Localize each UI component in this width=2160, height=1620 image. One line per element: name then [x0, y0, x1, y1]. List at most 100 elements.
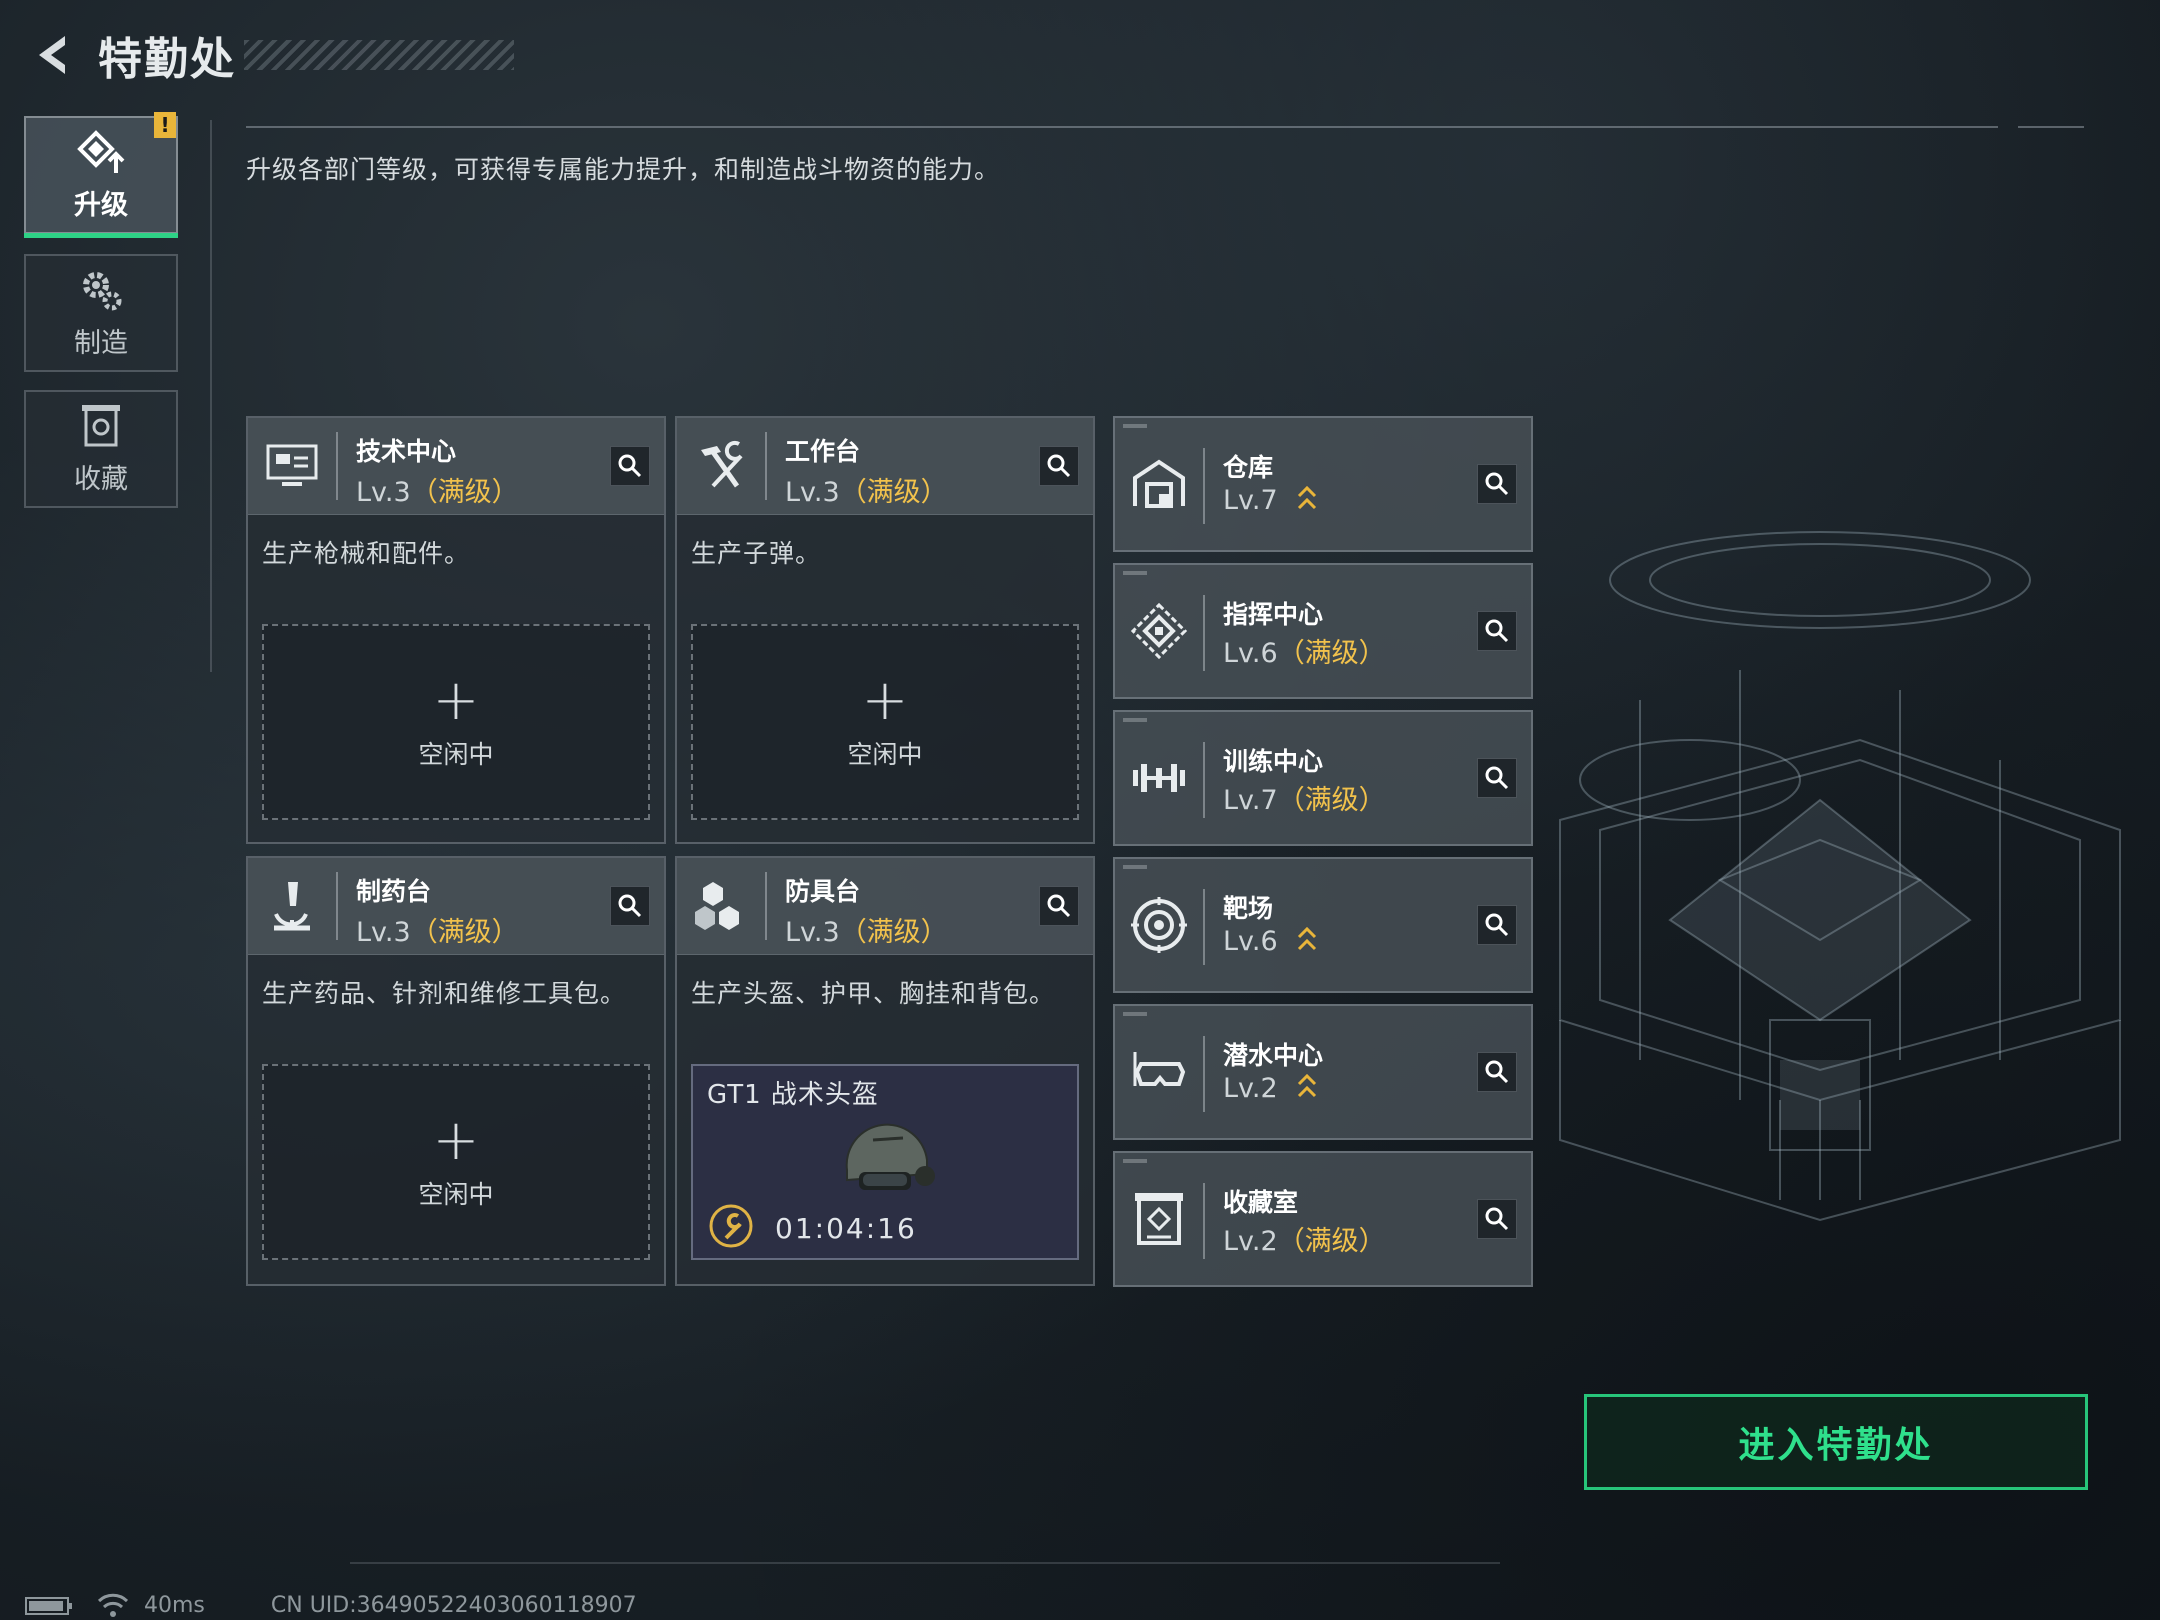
- search-button[interactable]: [610, 446, 650, 486]
- facility-command-center[interactable]: 指挥中心 Lv.6（满级）: [1113, 563, 1533, 699]
- card-title: 防具台: [785, 877, 861, 906]
- nav-label-upgrade: 升级: [74, 189, 128, 221]
- intro-text: 升级各部门等级，可获得专属能力提升，和制造战斗物资的能力。: [246, 155, 1001, 184]
- card-level: Lv.3（满级）: [785, 477, 948, 508]
- card-description: 生产药品、针剂和维修工具包。: [262, 979, 627, 1008]
- maxed-tag: （满级）: [1277, 638, 1386, 669]
- upgrade-icon: [77, 129, 125, 173]
- search-icon: [1485, 619, 1509, 643]
- card-level: Lv.3（满级）: [356, 477, 519, 508]
- upgrade-chevron-icon: [1298, 1073, 1317, 1098]
- corner-tag: [1123, 865, 1147, 869]
- search-icon: [1485, 913, 1509, 937]
- production-slot[interactable]: + 空闲中: [262, 1064, 650, 1260]
- slot-status: 空闲中: [418, 1180, 494, 1209]
- card-armor-bench[interactable]: 防具台 Lv.3（满级） 生产头盔、护甲、胸挂和背包。 GT1 战术头盔 01:…: [675, 856, 1095, 1286]
- card-workbench[interactable]: 工作台 Lv.3（满级） 生产子弹。 + 空闲中: [675, 416, 1095, 844]
- search-icon: [1047, 894, 1071, 918]
- search-button[interactable]: [1039, 446, 1079, 486]
- wifi-icon: [97, 1593, 129, 1617]
- nav-tab-collection[interactable]: 收藏: [24, 390, 178, 508]
- armor-boxes-icon: [695, 882, 739, 930]
- search-button[interactable]: [1477, 1052, 1517, 1092]
- gears-icon: [83, 271, 122, 310]
- collection-room-icon: [1135, 1193, 1183, 1245]
- facility-name: 潜水中心: [1223, 1041, 1324, 1070]
- facility-warehouse[interactable]: 仓库 Lv.7: [1113, 416, 1533, 552]
- search-icon: [618, 894, 642, 918]
- card-description: 生产子弹。: [691, 539, 822, 568]
- warehouse-icon: [1133, 459, 1185, 508]
- collection-icon: [82, 404, 120, 446]
- facility-name: 靶场: [1223, 894, 1274, 923]
- search-button[interactable]: [1477, 464, 1517, 504]
- card-header: 工作台 Lv.3（满级）: [677, 418, 1093, 515]
- maxed-tag: （满级）: [410, 477, 519, 508]
- production-slot[interactable]: + 空闲中: [262, 624, 650, 820]
- nav-tab-upgrade[interactable]: ! 升级: [24, 112, 178, 238]
- plus-icon: +: [861, 668, 909, 733]
- facility-name: 仓库: [1223, 453, 1274, 482]
- title-decoration: [244, 40, 514, 70]
- card-level: Lv.3（满级）: [356, 917, 519, 948]
- back-button[interactable]: [24, 25, 84, 85]
- facility-name: 收藏室: [1223, 1188, 1299, 1217]
- search-button[interactable]: [1039, 886, 1079, 926]
- crafting-item-name: GT1 战术头盔: [707, 1080, 879, 1110]
- facility-name: 训练中心: [1223, 747, 1324, 776]
- card-description: 生产枪械和配件。: [262, 539, 471, 568]
- plus-icon: +: [432, 1108, 480, 1173]
- corner-tag: [1123, 1159, 1147, 1163]
- back-arrow-icon: [39, 36, 65, 74]
- monitor-icon: [266, 444, 318, 486]
- facility-diving-center[interactable]: 潜水中心 Lv.2: [1113, 1004, 1533, 1140]
- facility-shooting-range[interactable]: 靶场 Lv.6: [1113, 857, 1533, 993]
- search-button[interactable]: [1477, 1199, 1517, 1239]
- battery-icon: [25, 1597, 72, 1615]
- maxed-tag: （满级）: [1277, 1226, 1386, 1257]
- facility-name: 指挥中心: [1223, 600, 1324, 629]
- search-icon: [618, 454, 642, 478]
- crafting-timer: 01:04:16: [775, 1212, 917, 1245]
- alert-badge: !: [154, 112, 176, 138]
- search-button[interactable]: [1477, 758, 1517, 798]
- diving-mask-icon: [1133, 1052, 1186, 1086]
- search-button[interactable]: [1477, 905, 1517, 945]
- maxed-tag: （满级）: [410, 917, 519, 948]
- header-separator: [336, 872, 338, 940]
- wrench-timer-icon: [709, 1204, 753, 1248]
- ping-value: 40ms: [144, 1592, 205, 1618]
- nav-tab-craft[interactable]: 制造: [24, 254, 178, 372]
- slot-status: 空闲中: [847, 740, 923, 769]
- card-description: 生产头盔、护甲、胸挂和背包。: [691, 979, 1056, 1008]
- corner-tag: [1123, 571, 1147, 575]
- card-header: 技术中心 Lv.3（满级）: [248, 418, 664, 515]
- header: 特勤处: [24, 20, 514, 90]
- facility-level: Lv.6（满级）: [1223, 638, 1386, 669]
- corner-tag: [1123, 718, 1147, 722]
- building-blueprint: [1559, 531, 2121, 1222]
- search-button[interactable]: [610, 886, 650, 926]
- facility-collection-room[interactable]: 收藏室 Lv.2（满级）: [1113, 1151, 1533, 1287]
- search-button[interactable]: [1477, 611, 1517, 651]
- card-header: 制药台 Lv.3（满级）: [248, 858, 664, 955]
- header-divider: [246, 126, 1998, 128]
- facility-training-center[interactable]: 训练中心 Lv.7（满级）: [1113, 710, 1533, 846]
- card-title: 制药台: [356, 877, 432, 906]
- facility-level: Lv.7（满级）: [1223, 785, 1386, 816]
- corner-tag: [1123, 1012, 1147, 1016]
- enter-special-ops-button[interactable]: 进入特勤处: [1584, 1394, 2088, 1490]
- bottom-divider: [350, 1562, 1500, 1564]
- card-title: 工作台: [785, 437, 861, 466]
- header-separator: [1203, 448, 1205, 524]
- nav-label-collection: 收藏: [74, 463, 128, 495]
- card-pharmacy[interactable]: 制药台 Lv.3（满级） 生产药品、针剂和维修工具包。 + 空闲中: [246, 856, 666, 1286]
- user-uid: CN UID:36490522403060118907: [270, 1592, 637, 1618]
- search-icon: [1485, 472, 1509, 496]
- header-separator: [765, 872, 767, 940]
- production-slot[interactable]: + 空闲中: [691, 624, 1079, 820]
- card-tech-center[interactable]: 技术中心 Lv.3（满级） 生产枪械和配件。 + 空闲中: [246, 416, 666, 844]
- crafting-slot[interactable]: GT1 战术头盔 01:04:16: [691, 1064, 1079, 1260]
- maxed-tag: （满级）: [839, 477, 948, 508]
- header-divider-right: [2018, 126, 2084, 128]
